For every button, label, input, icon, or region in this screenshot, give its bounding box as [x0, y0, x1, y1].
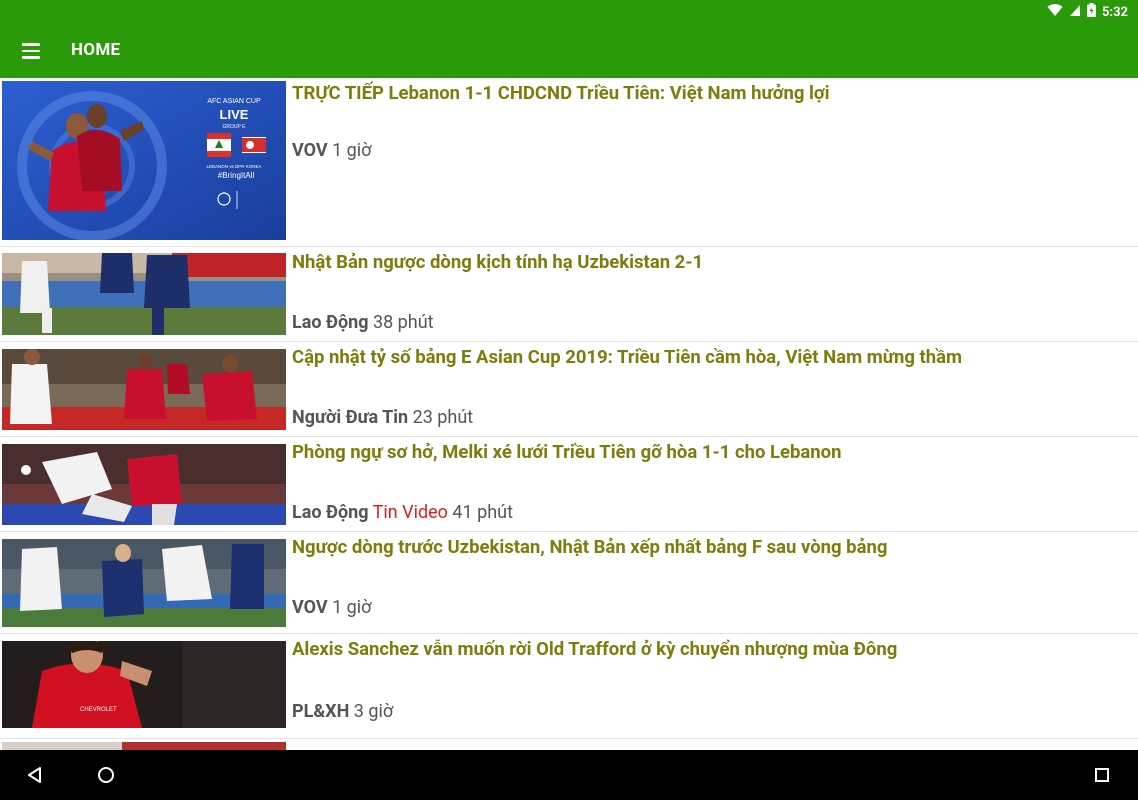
- news-meta: Người Đưa Tin 23 phút: [292, 407, 473, 429]
- banner-hashtag: #BringItAll: [218, 171, 255, 180]
- news-time: 1 giờ: [332, 140, 372, 161]
- news-item[interactable]: CHEVROLET Alexis Sanchez vẫn muốn rời Ol…: [0, 634, 1138, 739]
- back-icon[interactable]: [22, 762, 48, 788]
- news-headline[interactable]: Alexis Sanchez vẫn muốn rời Old Trafford…: [292, 637, 1128, 661]
- navigation-bar: [0, 750, 1138, 800]
- news-thumbnail: [2, 349, 286, 430]
- news-item[interactable]: Cập nhật tỷ số bảng E Asian Cup 2019: Tr…: [0, 342, 1138, 437]
- clock-time: 5:32: [1101, 4, 1128, 20]
- news-meta: VOV 1 giờ: [292, 597, 371, 619]
- news-source: VOV: [292, 597, 328, 618]
- news-source: VOV: [292, 140, 328, 161]
- banner-teams: LEBANON vs DPR KOREA: [206, 164, 261, 169]
- news-thumbnail: CHEVROLET: [2, 641, 286, 728]
- news-source: Lao Động: [292, 312, 369, 333]
- news-meta: VOV 1 giờ: [292, 140, 371, 162]
- news-meta: Lao Động Tin Video 41 phút: [292, 502, 513, 524]
- news-item[interactable]: AFC ASIAN CUP LIVE GROUP E LEBANON vs DP…: [0, 78, 1138, 247]
- news-time: 38 phút: [372, 312, 434, 333]
- news-thumbnail: [2, 742, 286, 750]
- news-time: 23 phút: [412, 407, 474, 428]
- news-source: Người Đưa Tin: [292, 407, 409, 428]
- page-title: HOME: [71, 40, 121, 60]
- home-icon[interactable]: [93, 762, 119, 788]
- news-meta: PL&XH 3 giờ: [292, 701, 393, 723]
- news-headline[interactable]: TRỰC TIẾP Lebanon 1-1 CHDCND Triều Tiên:…: [292, 81, 1128, 105]
- banner-tournament: AFC ASIAN CUP: [207, 98, 261, 105]
- news-item[interactable]: Phòng ngự sơ hở, Melki xé lưới Triều Tiê…: [0, 437, 1138, 532]
- news-source: Lao Động: [292, 502, 369, 523]
- news-thumbnail: [2, 444, 286, 525]
- news-headline[interactable]: Phòng ngự sơ hở, Melki xé lưới Triều Tiê…: [292, 440, 1128, 464]
- signal-icon: [1069, 4, 1081, 21]
- status-bar: 5:32: [0, 0, 1138, 24]
- news-time: 3 giờ: [353, 701, 394, 722]
- news-headline[interactable]: Ngược dòng trước Uzbekistan, Nhật Bản xế…: [292, 535, 1128, 559]
- news-thumbnail: AFC ASIAN CUP LIVE GROUP E LEBANON vs DP…: [2, 81, 286, 240]
- battery-icon: [1086, 3, 1096, 21]
- news-feed[interactable]: AFC ASIAN CUP LIVE GROUP E LEBANON vs DP…: [0, 78, 1138, 750]
- news-time: 1 giờ: [332, 597, 372, 618]
- svg-text:CHEVROLET: CHEVROLET: [80, 707, 117, 713]
- news-headline[interactable]: Nhật Bản ngược dòng kịch tính hạ Uzbekis…: [292, 250, 1128, 274]
- news-video-tag: Tin Video: [372, 502, 448, 523]
- news-item[interactable]: Nhật Bản ngược dòng kịch tính hạ Uzbekis…: [0, 247, 1138, 342]
- news-thumbnail: [2, 253, 286, 335]
- news-thumbnail: [2, 539, 286, 627]
- news-item[interactable]: [0, 739, 1138, 750]
- menu-icon[interactable]: [14, 37, 50, 65]
- banner-group: GROUP E: [223, 124, 247, 130]
- banner-live: LIVE: [220, 107, 249, 122]
- news-meta: Lao Động 38 phút: [292, 312, 434, 334]
- news-item[interactable]: Ngược dòng trước Uzbekistan, Nhật Bản xế…: [0, 532, 1138, 634]
- status-icons: 5:32: [1047, 3, 1128, 21]
- recents-icon[interactable]: [1089, 762, 1115, 788]
- wifi-icon: [1047, 3, 1063, 21]
- app-bar: HOME: [0, 24, 1138, 78]
- news-source: PL&XH: [292, 701, 350, 722]
- news-headline[interactable]: Cập nhật tỷ số bảng E Asian Cup 2019: Tr…: [292, 345, 1128, 369]
- news-time: 41 phút: [452, 502, 513, 523]
